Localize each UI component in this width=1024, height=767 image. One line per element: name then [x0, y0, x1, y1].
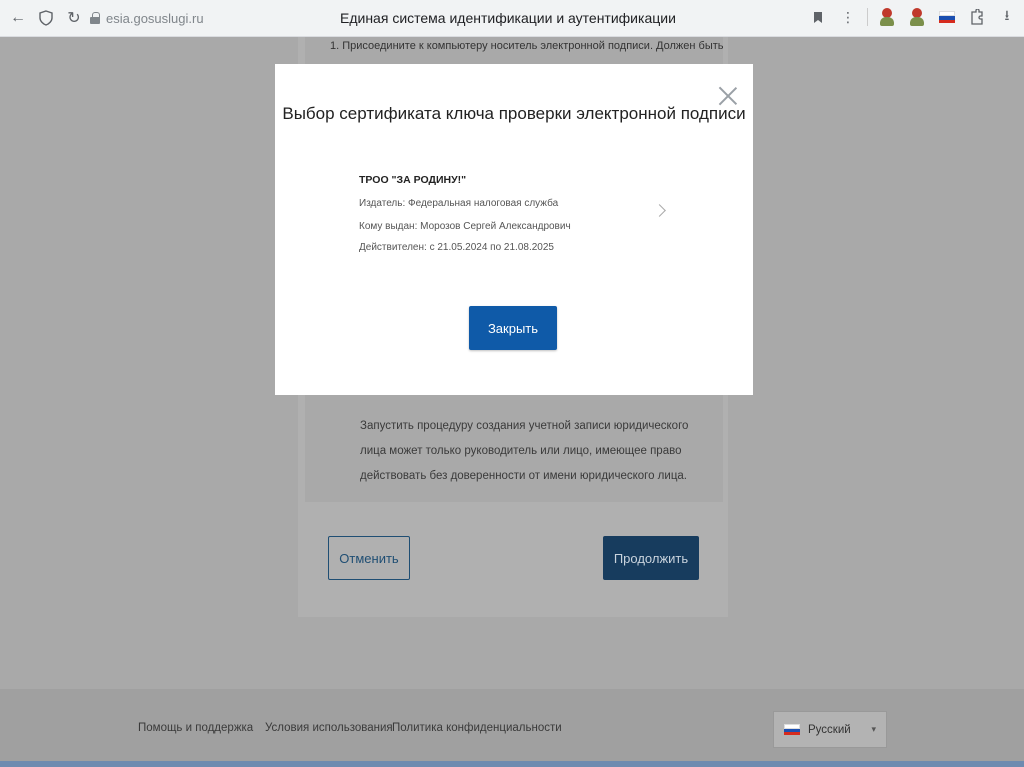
russian-flag-icon[interactable] [936, 6, 958, 28]
address-domain: esia.gosuslugi.ru [106, 10, 204, 26]
close-icon[interactable] [718, 86, 738, 106]
footer-link-privacy[interactable]: Политика конфиденциальности [392, 722, 562, 734]
russian-flag-icon [784, 723, 800, 736]
download-icon[interactable]: ⭳ [996, 6, 1018, 28]
footer-link-help[interactable]: Помощь и поддержка [138, 722, 253, 734]
footer-link-terms[interactable]: Условия использования [265, 722, 393, 734]
cancel-button[interactable]: Отменить [328, 536, 410, 580]
extension-puzzle-icon[interactable] [966, 6, 988, 28]
more-menu-icon[interactable]: ⋮ [837, 6, 859, 28]
yandex-protect-icon[interactable] [32, 4, 60, 32]
chevron-right-icon [653, 204, 666, 217]
extension-profile-icon-2[interactable] [906, 6, 928, 28]
language-label: Русский [808, 723, 851, 736]
certificate-issuer: Издатель: Федеральная налоговая служба [359, 198, 559, 209]
certificate-validity: Действителен: с 21.05.2024 по 21.08.2025 [359, 242, 554, 253]
os-taskbar [0, 761, 1024, 767]
info-text: Запустить процедуру создания учетной зап… [360, 420, 689, 482]
page-title: Единая система идентификации и аутентифи… [340, 10, 676, 26]
browser-toolbar: ← ↻ esia.gosuslugi.ru Единая система иде… [0, 0, 1024, 37]
chevron-down-icon: ▾ [871, 724, 876, 734]
step-instruction: 1. Присоедините к компьютеру носитель эл… [330, 40, 724, 52]
certificate-name: ТРОО "ЗА РОДИНУ!" [359, 174, 467, 186]
certificate-dialog: Выбор сертификата ключа проверки электро… [275, 64, 753, 395]
close-button[interactable]: Закрыть [469, 306, 557, 350]
toolbar-divider [867, 8, 868, 26]
certificate-owner: Кому выдан: Морозов Сергей Александрович [359, 221, 571, 232]
extension-profile-icon[interactable] [876, 6, 898, 28]
language-select[interactable]: Русский ▾ [773, 711, 887, 748]
continue-button[interactable]: Продолжить [603, 536, 699, 580]
bookmark-icon[interactable] [807, 6, 829, 28]
back-arrow-icon[interactable]: ← [4, 4, 32, 32]
dialog-title: Выбор сертификата ключа проверки электро… [282, 104, 746, 123]
certificate-item[interactable]: ТРОО "ЗА РОДИНУ!" Издатель: Федеральная … [359, 174, 669, 258]
lock-icon [90, 12, 100, 24]
address-bar[interactable]: esia.gosuslugi.ru [90, 6, 204, 30]
reload-icon[interactable]: ↻ [60, 4, 88, 32]
